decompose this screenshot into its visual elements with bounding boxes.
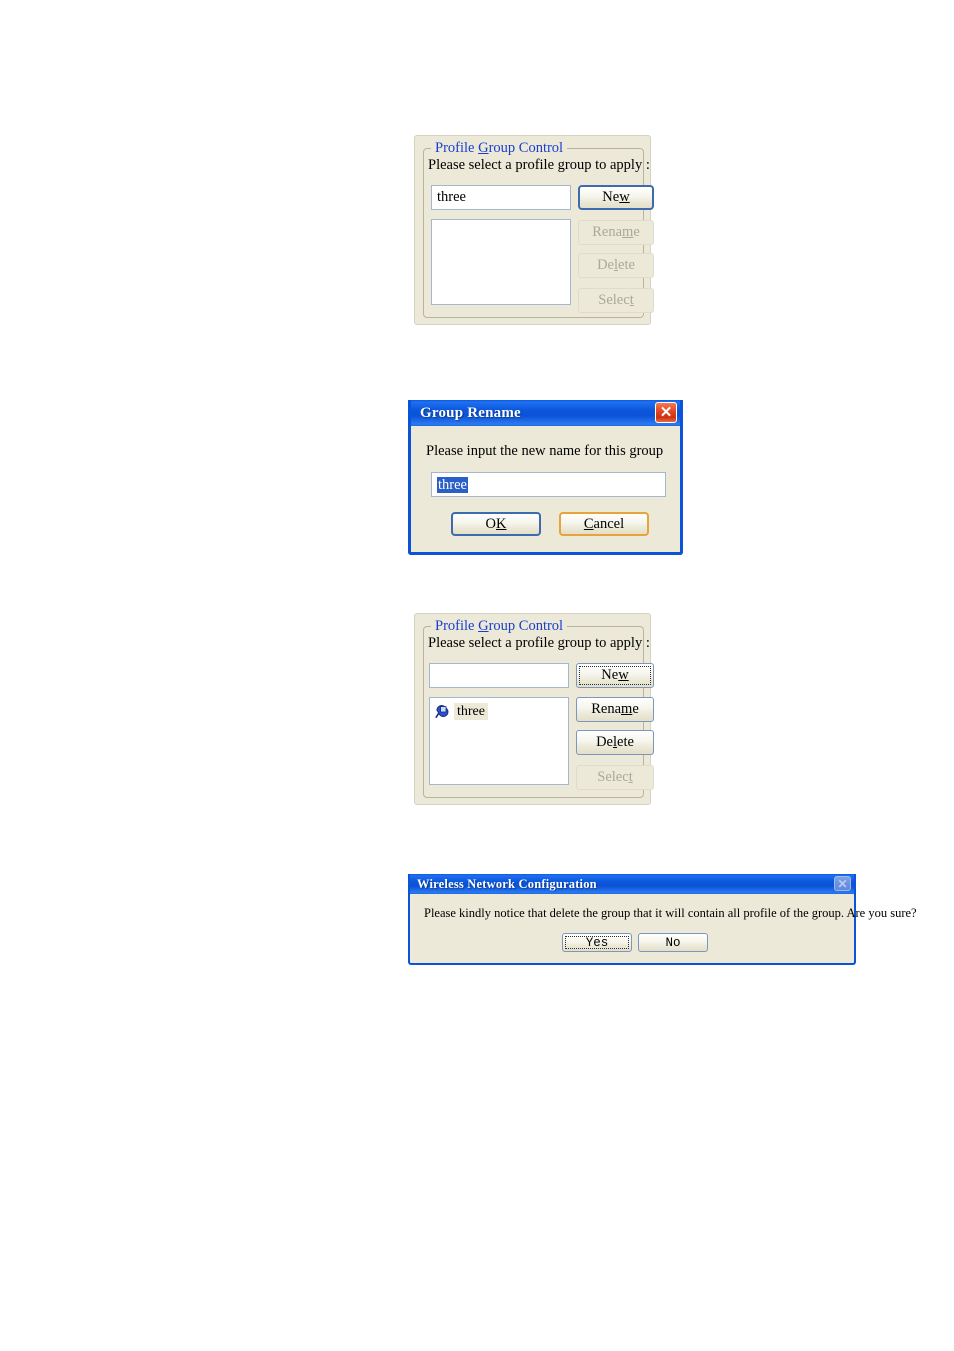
cancel-button-accelerator: C [583, 515, 594, 532]
panel-prompt-label: Please select a profile group to apply : [428, 635, 650, 651]
close-icon[interactable]: ✕ [655, 402, 677, 423]
select-button-accelerator: t [628, 769, 633, 785]
select-button-label-prefix: Selec [597, 769, 629, 785]
new-button-label-prefix: Ne [601, 667, 619, 683]
dialog-titlebar[interactable]: Wireless Network Configuration ✕ [410, 874, 854, 894]
close-glyph: ✕ [659, 404, 673, 421]
legend-accelerator: G [478, 140, 489, 156]
ok-button-accelerator: K [496, 515, 507, 532]
dialog-titlebar[interactable]: Group Rename ✕ [411, 400, 680, 426]
select-button: Selec t [578, 288, 654, 313]
legend-accelerator: G [478, 618, 489, 634]
delete-button-label-suffix: ete [617, 734, 634, 750]
cancel-button-label-suffix: ancel [593, 515, 625, 532]
groupbox-legend: Profile Group Control [431, 618, 568, 634]
delete-button[interactable]: De l ete [576, 730, 654, 755]
dialog-title: Wireless Network Configuration [417, 876, 597, 891]
delete-button-label-suffix: ete [618, 257, 635, 273]
ok-button[interactable]: OK [451, 512, 541, 536]
select-button: Selec t [576, 765, 654, 790]
legend-prefix: Profile [435, 618, 479, 634]
close-icon: ✕ [834, 876, 851, 891]
group-name-input[interactable]: three [431, 185, 571, 210]
new-button-accelerator: w [619, 189, 630, 205]
new-button[interactable]: Ne w [578, 185, 654, 210]
yes-button[interactable]: Yes [562, 933, 632, 952]
select-button-label-prefix: Selec [598, 292, 630, 308]
groupbox-legend: Profile Group Control [431, 140, 568, 156]
legend-suffix: roup Control [488, 140, 564, 156]
rename-prompt-label: Please input the new name for this group [426, 443, 664, 459]
group-list-box[interactable]: three [429, 697, 569, 785]
new-button-accelerator: w [618, 667, 629, 683]
rename-button: Rena m e [578, 220, 654, 245]
cancel-button[interactable]: Cancel [559, 512, 649, 536]
no-button[interactable]: No [638, 933, 708, 952]
ok-button-label-prefix: O [485, 515, 496, 532]
new-button-label-prefix: Ne [602, 189, 620, 205]
delete-button-label-prefix: De [597, 257, 614, 273]
close-glyph: ✕ [837, 876, 848, 891]
rename-button-label-prefix: Rena [592, 224, 623, 240]
no-button-label: No [665, 935, 681, 950]
delete-button: De l ete [578, 253, 654, 278]
rename-button-label-suffix: e [632, 701, 639, 717]
rename-button-label-prefix: Rena [591, 701, 622, 717]
rename-button-accelerator: m [622, 224, 634, 240]
rename-button-accelerator: m [621, 701, 633, 717]
dialog-title: Group Rename [420, 404, 521, 421]
group-list-box[interactable] [431, 219, 571, 305]
selected-text: three [437, 477, 468, 493]
yes-button-label: Yes [585, 935, 609, 950]
list-item-label: three [454, 702, 488, 720]
profile-group-control-panel-populated: Profile Group Control Please select a pr… [414, 613, 654, 805]
panel-prompt-label: Please select a profile group to apply : [428, 157, 650, 173]
list-item[interactable]: three [434, 701, 568, 721]
legend-suffix: roup Control [488, 618, 564, 634]
new-group-name-input[interactable]: three [431, 472, 666, 497]
new-button[interactable]: Ne w [576, 663, 654, 688]
profile-group-control-panel-initial: Profile Group Control Please select a pr… [414, 135, 654, 325]
select-button-accelerator: t [629, 292, 634, 308]
delete-button-label-prefix: De [596, 734, 613, 750]
profile-group-icon [434, 703, 450, 719]
group-rename-dialog: Group Rename ✕ Please input the new name… [408, 400, 683, 555]
legend-prefix: Profile [435, 140, 479, 156]
rename-button-label-suffix: e [633, 224, 640, 240]
warning-message: Please kindly notice that delete the gro… [424, 906, 917, 920]
group-name-input[interactable] [429, 663, 569, 688]
rename-button[interactable]: Rena m e [576, 697, 654, 722]
delete-warning-dialog: Wireless Network Configuration ✕ Please … [408, 874, 917, 965]
